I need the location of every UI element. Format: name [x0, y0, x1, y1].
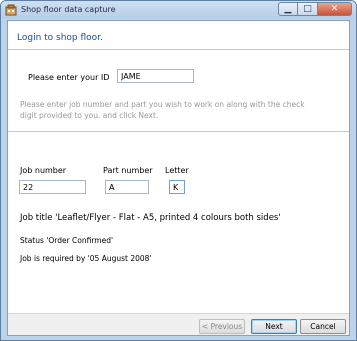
- page-title: Login to shop floor.: [17, 33, 103, 43]
- wizard-header: Login to shop floor.: [8, 21, 349, 50]
- maximize-button[interactable]: □: [298, 2, 318, 16]
- close-icon: ✕: [330, 4, 339, 14]
- part-number-label: Part number: [103, 166, 153, 175]
- wizard-footer: < Previous Next Cancel: [8, 313, 349, 335]
- job-title-text: Job title 'Leaflet/Flyer - Flat - A5, pr…: [20, 213, 281, 223]
- job-required-date-text: Job is required by '05 August 2008': [20, 254, 152, 263]
- instructions-text: Please enter job number and part you wis…: [20, 100, 305, 120]
- previous-button[interactable]: < Previous: [199, 319, 245, 334]
- job-number-input[interactable]: [19, 180, 86, 194]
- maximize-icon: □: [303, 4, 312, 14]
- next-button[interactable]: Next: [251, 319, 297, 334]
- title-bar[interactable]: Shop floor data capture ▁ □ ✕: [1, 1, 356, 19]
- id-label: Please enter your ID: [28, 73, 110, 82]
- window-title: Shop floor data capture: [21, 5, 116, 14]
- cancel-button[interactable]: Cancel: [300, 319, 346, 334]
- letter-input[interactable]: [169, 180, 185, 194]
- divider: [8, 131, 349, 133]
- minimize-icon: ▁: [284, 4, 292, 14]
- wizard-client-area: Login to shop floor. Please enter your I…: [7, 20, 350, 336]
- close-button[interactable]: ✕: [318, 2, 352, 16]
- window-controls: ▁ □ ✕: [278, 2, 352, 16]
- app-icon: [5, 4, 17, 16]
- letter-label: Letter: [165, 166, 189, 175]
- job-status-text: Status 'Order Confirmed': [20, 236, 114, 245]
- id-input[interactable]: [117, 69, 194, 83]
- window: Shop floor data capture ▁ □ ✕ Login to s…: [0, 0, 357, 341]
- part-number-input[interactable]: [105, 180, 149, 194]
- minimize-button[interactable]: ▁: [278, 2, 298, 16]
- job-number-label: Job number: [20, 166, 67, 175]
